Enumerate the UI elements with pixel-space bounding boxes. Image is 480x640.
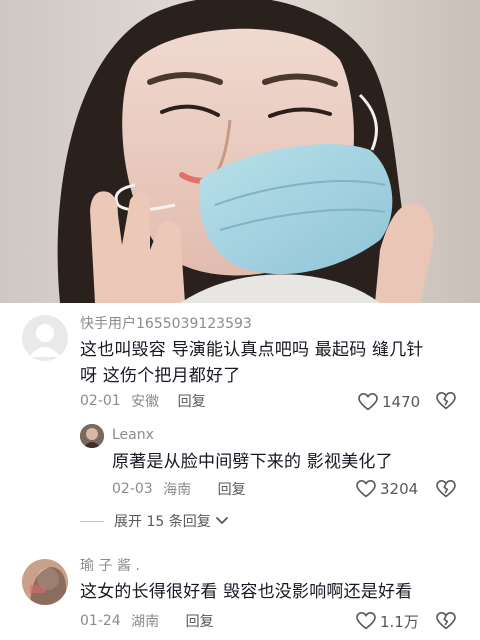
comment-username[interactable]: 快手用户1655039123593 <box>80 313 252 333</box>
expand-replies-label: 展开 15 条回复 <box>114 514 211 530</box>
comment-date: 02-01 <box>80 393 121 409</box>
comment-text-line: 呀 这伤个把月都好了 <box>80 366 241 386</box>
like-button[interactable]: 1470 <box>358 391 420 413</box>
reply-button[interactable]: 回复 <box>178 391 206 411</box>
like-count: 3204 <box>380 480 419 498</box>
comment-location: 湖南 <box>131 614 160 630</box>
user-silhouette-icon <box>29 324 61 357</box>
comment-location: 安徽 <box>131 394 160 410</box>
default-user-avatar[interactable] <box>22 315 68 361</box>
like-count: 1.1万 <box>380 612 419 631</box>
comment-text-line: 这也叫毁容 导演能认真点吧吗 最起码 缝几针 <box>80 340 424 360</box>
heart-outline-icon <box>358 393 378 411</box>
comment-text: 这也叫毁容 导演能认真点吧吗 最起码 缝几针 呀 这伤个把月都好了 <box>80 337 472 389</box>
heart-outline-icon <box>356 480 376 498</box>
video-still[interactable] <box>0 0 480 303</box>
reply-username[interactable]: Leanx <box>112 427 154 443</box>
like-button[interactable]: 1.1万 <box>356 610 419 632</box>
user-photo-avatar[interactable] <box>80 424 104 448</box>
comment-list: 快手用户1655039123593 这也叫毁容 导演能认真点吧吗 最起码 缝几针… <box>0 303 480 640</box>
reply-avatar-photo <box>80 424 104 448</box>
user-photo-avatar[interactable] <box>22 559 68 605</box>
reply-meta: 02-03 海南 回复 <box>112 479 246 499</box>
comment-meta: 01-24 湖南 回复 <box>80 611 214 631</box>
dislike-button[interactable] <box>436 391 456 414</box>
commenter-avatar-photo <box>22 559 68 605</box>
comment-date: 01-24 <box>80 613 121 629</box>
heart-outline-icon <box>356 612 376 630</box>
comment-meta: 02-01 安徽 回复 <box>80 391 206 411</box>
broken-heart-icon <box>436 611 456 630</box>
chevron-down-icon <box>215 517 228 525</box>
dislike-button[interactable] <box>436 611 456 634</box>
reply-button[interactable]: 回复 <box>218 479 246 499</box>
reply-button[interactable]: 回复 <box>186 611 214 631</box>
expand-divider <box>80 520 104 522</box>
comment-text: 这女的长得很好看 毁容也没影响啊还是好看 <box>80 582 413 602</box>
reply-location: 海南 <box>163 482 192 498</box>
broken-heart-icon <box>436 391 456 410</box>
expand-replies-button[interactable]: 展开 15 条回复 <box>80 511 229 531</box>
broken-heart-icon <box>436 479 456 498</box>
reply-date: 02-03 <box>112 481 153 497</box>
woman-wearing-mask-image <box>0 0 480 303</box>
reply-text: 原著是从脸中间劈下来的 影视美化了 <box>112 452 393 472</box>
like-button[interactable]: 3204 <box>356 478 418 500</box>
dislike-button[interactable] <box>436 479 456 502</box>
comment-username[interactable]: 瑜 子 酱 . <box>80 555 140 575</box>
like-count: 1470 <box>382 393 421 411</box>
